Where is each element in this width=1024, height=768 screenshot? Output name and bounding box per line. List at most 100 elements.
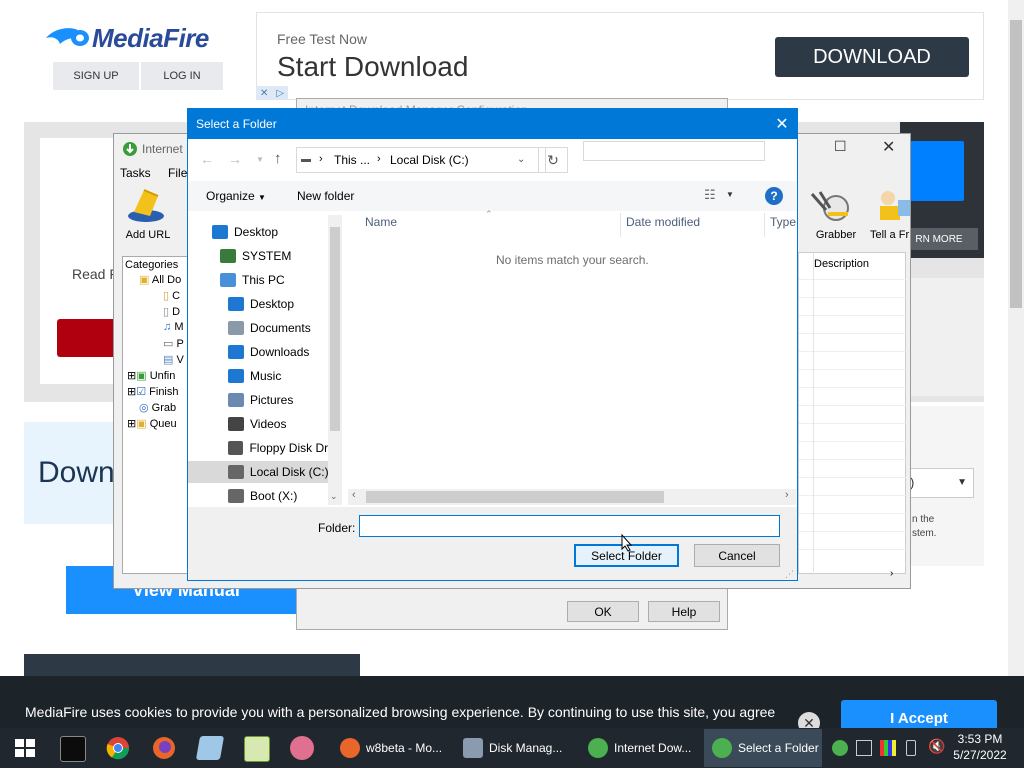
tree-item[interactable]: Desktop (188, 221, 328, 243)
download-list[interactable] (798, 252, 907, 575)
dialog-close-icon[interactable]: ✕ (772, 114, 792, 134)
tree-item[interactable]: Local Disk (C:) (188, 461, 328, 483)
sort-arrow-icon: ⌃ (485, 209, 493, 219)
tree-item[interactable]: Videos (188, 413, 328, 435)
forward-arrow-icon[interactable]: → (228, 151, 242, 167)
category-programs[interactable]: ▭ P (163, 337, 184, 350)
recent-chevron-icon[interactable]: ▼ (256, 155, 264, 164)
folder-input[interactable] (359, 515, 780, 537)
up-arrow-icon[interactable]: ↑ (274, 150, 282, 167)
taskbar-clock[interactable]: 3:53 PM 5/27/2022 (950, 731, 1010, 763)
dialog-title-bar[interactable]: Select a Folder ✕ (188, 109, 797, 139)
category-music[interactable]: ♫ M (163, 321, 183, 333)
task-internet-download-manager[interactable]: Internet Dow... (580, 729, 698, 767)
ad-download-button[interactable]: DOWNLOAD (775, 37, 969, 77)
search-input[interactable] (583, 141, 765, 161)
category-label: Grab (151, 402, 177, 414)
side-panel-text: n the stem. (912, 513, 936, 541)
task-disk-management[interactable]: Disk Manag... (455, 729, 573, 767)
tree-item[interactable]: Floppy Disk Dri (188, 437, 328, 459)
category-unfinished[interactable]: ⊞▣ Unfin (127, 369, 175, 382)
tray-idm-icon[interactable] (832, 740, 848, 756)
editor-icon[interactable] (244, 736, 270, 762)
menu-tasks[interactable]: Tasks (120, 166, 151, 180)
dropdown-arrow-icon: ▼ (258, 193, 266, 202)
close-icon[interactable]: ✕ (882, 137, 895, 157)
tree-item[interactable]: This PC (188, 269, 328, 291)
downloads-icon (228, 345, 244, 359)
start-windows-icon[interactable] (13, 736, 37, 760)
help-icon[interactable]: ? (765, 187, 783, 205)
column-name[interactable]: Name (365, 215, 397, 229)
tree-scroll-down-icon[interactable]: ⌄ (330, 491, 338, 502)
back-arrow-icon[interactable]: ← (200, 151, 214, 167)
address-dropdown-icon[interactable]: ⌄ (517, 154, 525, 165)
file-list-hscrollbar-thumb[interactable] (366, 491, 664, 503)
paint-icon[interactable] (290, 736, 314, 760)
organize-button[interactable]: Organize ▼ (206, 189, 266, 203)
scroll-right-icon[interactable]: › (785, 489, 789, 501)
video-icon: ▤ (163, 354, 174, 366)
page-scrollbar-thumb[interactable] (1010, 20, 1022, 308)
firefox-icon (340, 738, 360, 758)
address-bar[interactable]: ▬ › This ... › Local Disk (C:) ⌄ (296, 147, 546, 173)
tree-item[interactable]: Music (188, 365, 328, 387)
category-finished[interactable]: ⊞☑ Finish (127, 385, 179, 398)
sign-up-button[interactable]: SIGN UP (53, 62, 139, 90)
tree-scrollbar-thumb[interactable] (330, 227, 340, 431)
new-folder-button[interactable]: New folder (297, 189, 354, 203)
terminal-icon[interactable] (60, 736, 86, 762)
category-documents[interactable]: ▯ D (163, 305, 180, 318)
idm-window-title: Internet (142, 142, 183, 156)
promo-blue-button[interactable] (910, 141, 964, 201)
log-in-button[interactable]: LOG IN (141, 62, 223, 90)
view-options-icon[interactable]: ☷ (704, 187, 716, 203)
category-all[interactable]: ▣ All Do (139, 273, 181, 286)
grabber-button[interactable]: Grabber (808, 186, 864, 244)
column-date-modified[interactable]: Date modified (626, 215, 700, 229)
scroll-right-icon[interactable]: › (890, 568, 893, 579)
cancel-button[interactable]: Cancel (694, 544, 780, 567)
help-button[interactable]: Help (648, 601, 720, 622)
category-grabber[interactable]: ◎ Grab (139, 401, 176, 414)
breadcrumb-local-disk[interactable]: Local Disk (C:) (390, 153, 469, 167)
learn-more-button[interactable]: RN MORE (900, 228, 978, 250)
category-compressed[interactable]: ▯ C (163, 289, 180, 302)
mediafire-logo[interactable]: MediaFire (44, 22, 209, 54)
navigation-tree[interactable]: Desktop SYSTEM This PC Desktop Documents Down… (188, 211, 328, 507)
scroll-left-icon[interactable]: ‹ (352, 489, 356, 501)
menu-file[interactable]: File (168, 166, 187, 180)
tree-item[interactable]: SYSTEM (188, 245, 328, 267)
tree-item[interactable]: Pictures (188, 389, 328, 411)
notepad-icon[interactable] (195, 736, 225, 760)
ad-banner[interactable]: Free Test Now Start Download DOWNLOAD (256, 12, 984, 100)
view-dropdown-icon[interactable]: ▼ (726, 190, 734, 199)
chrome-icon[interactable] (106, 736, 130, 760)
add-url-button[interactable]: Add URL (120, 186, 176, 244)
documents-icon (228, 321, 244, 335)
tree-item[interactable]: Documents (188, 317, 328, 339)
tree-item[interactable]: Downloads (188, 341, 328, 363)
description-column-header[interactable]: Description (814, 258, 869, 270)
select-folder-dialog[interactable]: Select a Folder ✕ ← → ▼ ↑ ▬ › This ... ›… (187, 108, 798, 581)
firefox-icon[interactable] (152, 736, 176, 760)
tray-volume-muted-icon[interactable]: 🔇 (928, 738, 945, 755)
category-video[interactable]: ▤ V (163, 353, 184, 366)
tray-usb-icon[interactable] (906, 740, 916, 756)
column-type[interactable]: Type (770, 215, 796, 229)
breadcrumb-this-pc[interactable]: This ... (334, 153, 370, 167)
maximize-icon[interactable]: ☐ (834, 138, 847, 155)
ad-choices-icon[interactable]: ✕ ▷ (256, 86, 288, 100)
task-select-a-folder[interactable]: Select a Folder (704, 729, 822, 767)
task-w8beta[interactable]: w8beta - Mo... (332, 729, 450, 767)
ok-button[interactable]: OK (567, 601, 639, 622)
platform-select[interactable]: ) ▼ (905, 468, 974, 498)
tree-item[interactable]: Boot (X:) (188, 485, 328, 507)
resize-grip-icon[interactable]: ⋰ (785, 569, 794, 580)
tell-a-friend-button[interactable]: Tell a Fr (870, 186, 910, 244)
refresh-icon[interactable]: ↻ (538, 147, 568, 173)
tray-network-icon[interactable] (856, 740, 872, 756)
category-queues[interactable]: ⊞▣ Queu (127, 417, 177, 430)
tray-color-icon[interactable] (880, 740, 896, 756)
tree-item[interactable]: Desktop (188, 293, 328, 315)
